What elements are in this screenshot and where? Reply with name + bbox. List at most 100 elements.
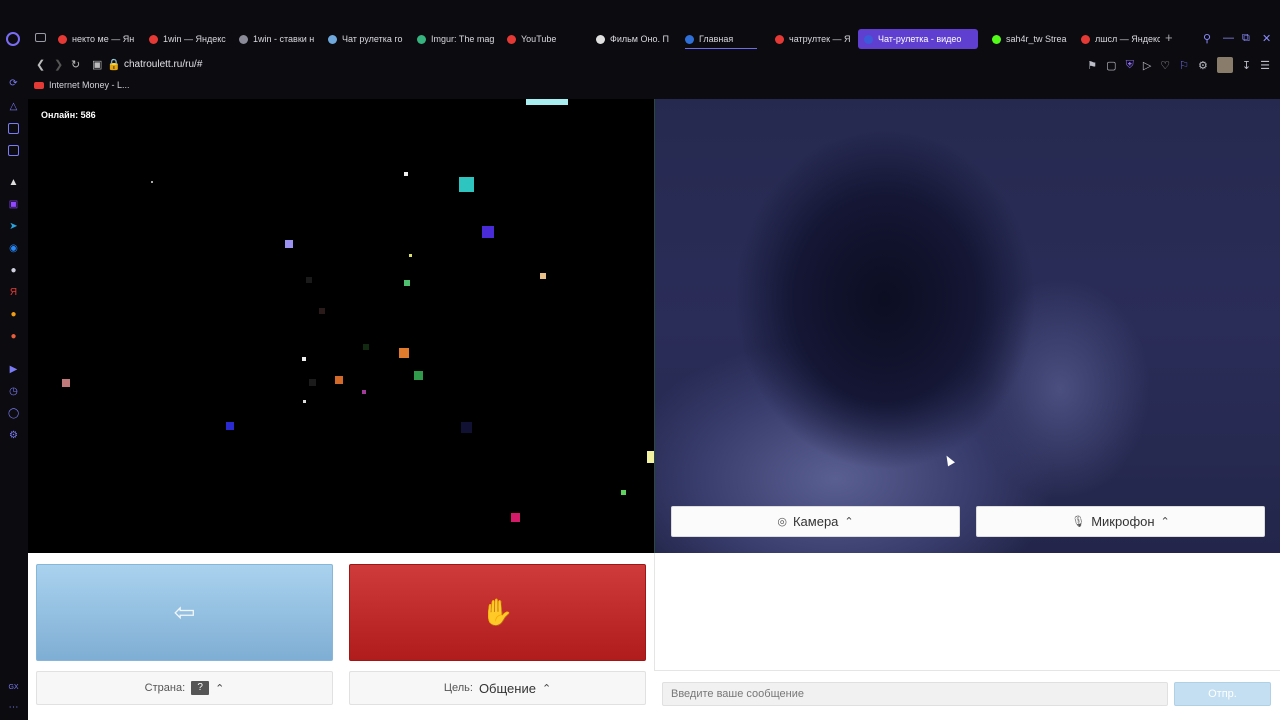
more-icon[interactable]: ⋯ xyxy=(8,702,19,713)
goal-label: Цель: xyxy=(443,682,473,694)
search-tabs-icon[interactable]: ⚲ xyxy=(1203,32,1211,45)
tab-favicon-icon xyxy=(596,34,605,44)
gx-icon[interactable]: GX xyxy=(8,682,19,693)
decor-square xyxy=(414,371,423,380)
decor-square xyxy=(309,379,316,386)
url-field[interactable]: chatroulett.ru/ru/# xyxy=(124,59,202,70)
chevron-up-icon: ⌃ xyxy=(541,682,552,695)
shield-icon[interactable]: ⛨ xyxy=(1126,59,1134,72)
stop-button[interactable]: ✋ xyxy=(349,564,646,661)
opera-gx-logo-icon[interactable] xyxy=(6,32,20,46)
close-window-icon[interactable]: ✕ xyxy=(1262,32,1271,45)
player-icon[interactable]: ▶ xyxy=(8,364,19,375)
download-icon[interactable]: ↧ xyxy=(1242,59,1251,72)
tab-label: Главная xyxy=(699,34,734,44)
decor-square xyxy=(226,422,234,430)
gx-control-icon[interactable]: ⟳ xyxy=(8,78,19,89)
browser-tab[interactable]: sah4r_tw Strea xyxy=(986,29,1070,49)
music-player-icon[interactable] xyxy=(8,145,19,156)
extensions-icon[interactable]: ⚙ xyxy=(1198,59,1208,72)
decor-square xyxy=(482,226,494,238)
page-content: Онлайн: 586 ◎ Камера ⌃ 🎙 Микрофон ⌃ ⇦ ✋ … xyxy=(28,99,1280,720)
minimize-icon[interactable]: — xyxy=(1223,32,1234,44)
camera-select-button[interactable]: ◎ Камера ⌃ xyxy=(671,506,960,537)
browser-tab[interactable]: YouTube xyxy=(501,29,585,49)
decor-square xyxy=(362,390,366,394)
decor-square xyxy=(647,451,654,463)
camera-permission-icon[interactable]: ▣ xyxy=(92,58,102,71)
discord-icon[interactable]: ● xyxy=(8,265,19,276)
telegram-icon[interactable]: ➤ xyxy=(8,221,19,232)
decor-square xyxy=(319,308,325,314)
yandex-icon[interactable]: Я xyxy=(8,287,19,298)
tab-label: Imgur: The mag xyxy=(431,34,495,44)
tab-favicon-icon xyxy=(864,34,873,44)
history-icon[interactable]: ◷ xyxy=(8,386,19,397)
partner-video: ◎ Камера ⌃ 🎙 Микрофон ⌃ xyxy=(654,99,1280,553)
app-icon[interactable]: ● xyxy=(8,331,19,342)
aria-icon[interactable]: ▲ xyxy=(8,177,19,188)
restore-icon[interactable]: ⧉ xyxy=(1242,32,1250,45)
settings-icon[interactable]: ⚙ xyxy=(8,430,19,441)
back-icon[interactable]: ❮ xyxy=(36,58,45,71)
send-icon[interactable]: ▷ xyxy=(1143,59,1151,72)
decor-square xyxy=(303,400,306,403)
new-tab-button[interactable]: + xyxy=(1165,30,1173,45)
mouse-cursor-icon xyxy=(943,453,955,467)
mic-label: Микрофон xyxy=(1091,514,1155,529)
heart-icon[interactable]: ♡ xyxy=(1160,59,1170,72)
decor-square xyxy=(404,280,410,286)
webcam-icon: ◎ xyxy=(777,516,787,528)
gx-cleaner-icon[interactable] xyxy=(8,123,19,134)
browser-tab[interactable]: лшсл — Яндекс xyxy=(1075,29,1160,49)
tab-favicon-icon xyxy=(149,34,158,44)
browser-tab[interactable]: Imgur: The mag xyxy=(411,29,495,49)
reload-icon[interactable]: ↻ xyxy=(71,58,80,71)
forward-icon[interactable]: ❯ xyxy=(54,58,63,71)
snapshot-icon[interactable]: ▢ xyxy=(1106,59,1116,72)
vk-icon[interactable]: ◉ xyxy=(8,243,19,254)
browser-tab[interactable]: некто ме — Ян xyxy=(52,29,137,49)
twitch-icon[interactable]: ▣ xyxy=(8,199,19,210)
browser-tab[interactable]: чатрултек — Я xyxy=(769,29,853,49)
decor-square xyxy=(62,379,70,387)
decor-square xyxy=(409,254,412,257)
tab-overview-icon[interactable] xyxy=(35,33,46,42)
tab-favicon-icon xyxy=(328,34,337,44)
tab-label: 1win — Яндекс xyxy=(163,34,226,44)
avatar[interactable] xyxy=(1216,57,1233,73)
bookmark-item[interactable]: Internet Money - L... xyxy=(34,80,130,90)
message-input[interactable] xyxy=(662,682,1168,706)
flags-icon[interactable]: ⚐ xyxy=(1179,59,1189,72)
mic-select-button[interactable]: 🎙 Микрофон ⌃ xyxy=(976,506,1265,537)
gx-corner-icon[interactable]: △ xyxy=(8,101,19,112)
previous-button[interactable]: ⇦ xyxy=(36,564,333,661)
decor-square xyxy=(459,177,474,192)
menu-icon[interactable]: ☰ xyxy=(1260,59,1270,72)
camera-label: Камера xyxy=(792,514,839,529)
country-select[interactable]: Страна: ? ⌃ xyxy=(36,671,333,705)
messages-icon[interactable]: ◯ xyxy=(8,408,19,419)
browser-tab[interactable]: Фильм Оно. П xyxy=(590,29,674,49)
decor-square xyxy=(363,344,369,350)
microphone-icon: 🎙 xyxy=(1071,516,1086,528)
send-button[interactable]: Отпр. xyxy=(1174,682,1271,706)
youtube-icon xyxy=(34,81,44,89)
decor-square xyxy=(151,181,153,183)
tab-favicon-icon xyxy=(507,34,516,44)
extension-icon[interactable]: ● xyxy=(8,309,19,320)
browser-tab[interactable]: 1win — Яндекс xyxy=(143,29,227,49)
pin-icon[interactable]: ⚑ xyxy=(1087,59,1097,72)
browser-tab[interactable]: 1win - ставки н xyxy=(233,29,317,49)
tab-favicon-icon xyxy=(239,34,248,44)
chat-log[interactable] xyxy=(654,553,1280,671)
tab-bar: некто ме — Ян 1win — Яндекс 1win - ставки … xyxy=(0,28,1280,50)
tab-favicon-icon xyxy=(417,34,426,44)
browser-tab[interactable]: Чат рулетка го xyxy=(322,29,406,49)
browser-tab[interactable]: Главная xyxy=(679,29,763,49)
goal-select[interactable]: Цель: Общение ⌃ xyxy=(349,671,646,705)
browser-tab[interactable]: Чат-рулетка - видео xyxy=(858,29,978,49)
tab-favicon-icon xyxy=(685,34,694,44)
chevron-up-icon: ⌃ xyxy=(215,682,225,695)
decor-square xyxy=(404,172,408,176)
